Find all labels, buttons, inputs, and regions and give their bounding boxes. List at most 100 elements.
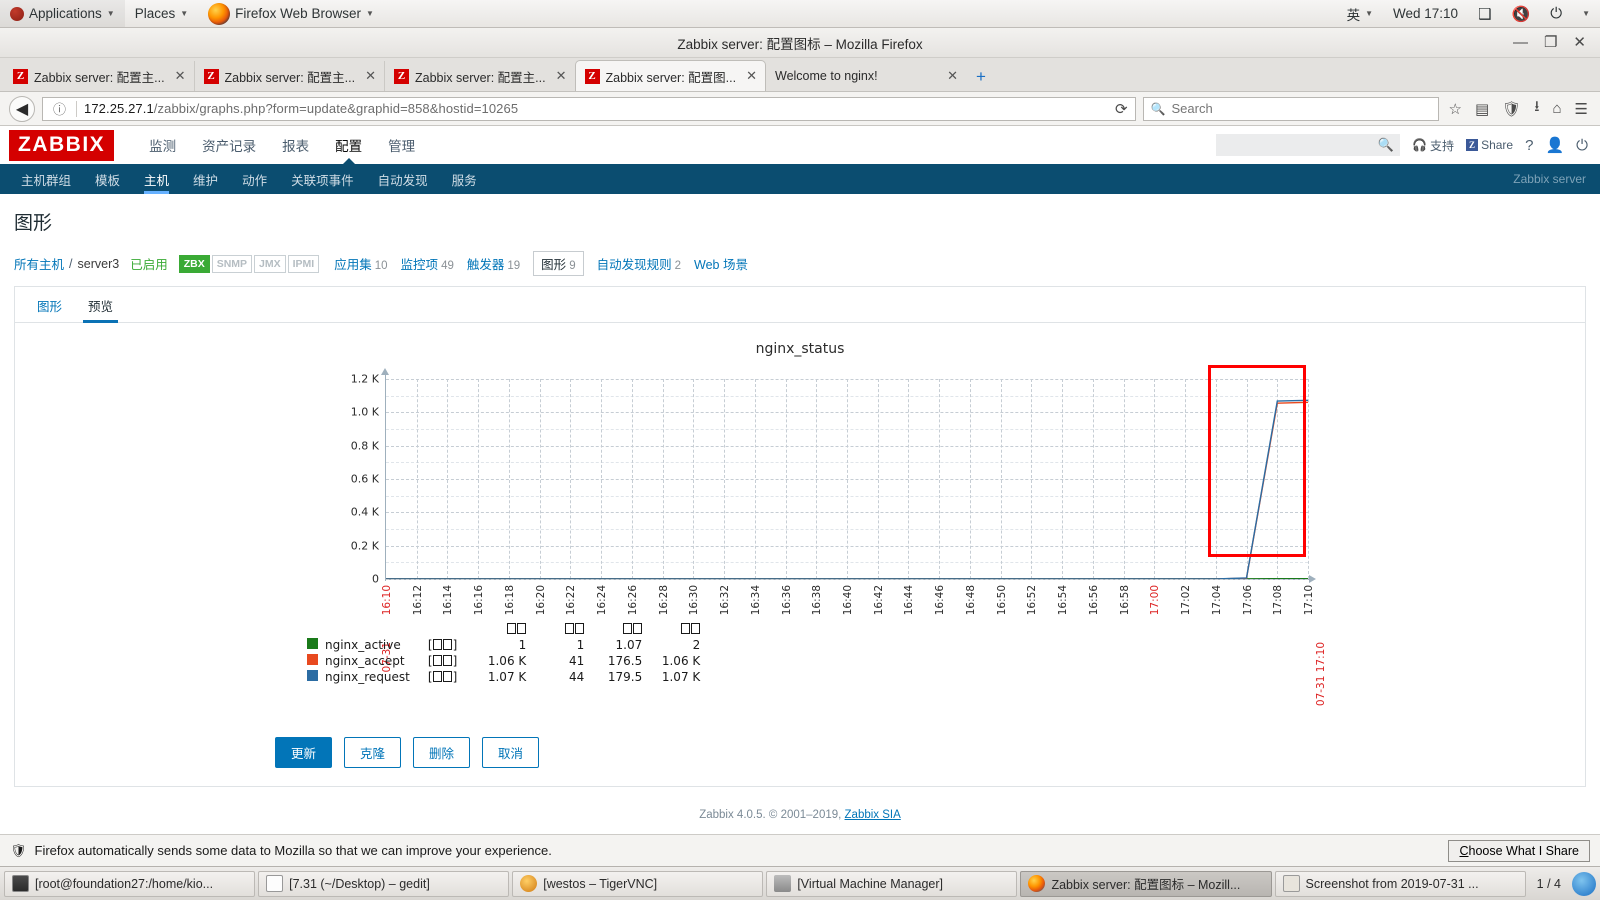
breadcrumb-discovery-rules[interactable]: 自动发现规则 2 [597, 254, 681, 273]
legend-header-min [471, 621, 529, 637]
legend-avg: 44 [568, 670, 585, 684]
breadcrumb-items[interactable]: 监控项 49 [401, 254, 454, 273]
breadcrumb-graphs-current[interactable]: 图形 9 [533, 251, 584, 276]
host-status-badge[interactable]: 已启用 [130, 254, 168, 273]
taskbar-item-gedit[interactable]: [7.31 (~/Desktop) – gedit] [258, 870, 510, 897]
url-bar[interactable]: ⓘ 172.25.27.1/zabbix/graphs.php?form=upd… [42, 96, 1136, 121]
protocol-badge-jmx[interactable]: JMX [254, 254, 286, 273]
power-icon[interactable]: ⏻ [1540, 0, 1572, 27]
x-tick-label: 16:22 [565, 585, 578, 616]
signout-icon[interactable]: ⏻ [1576, 137, 1588, 154]
browser-tab[interactable]: Z Zabbix server: 配置主... ✕ [193, 61, 385, 91]
legend-aggregation: [] [427, 670, 458, 684]
nav-item-monitoring[interactable]: 监测 [136, 126, 189, 164]
browser-tab[interactable]: Z Zabbix server: 配置主... ✕ [4, 61, 194, 91]
applications-menu[interactable]: Applications ▼ [0, 0, 125, 27]
delete-button[interactable]: 删除 [413, 737, 471, 768]
subnav-templates[interactable]: 模板 [83, 164, 132, 194]
menu-icon[interactable]: ☰ [1572, 100, 1591, 118]
chevron-down-icon: ▼ [106, 9, 115, 18]
legend-avg: 41 [568, 654, 585, 668]
support-link[interactable]: 🎧 支持 [1412, 137, 1454, 154]
tab-preview[interactable]: 预览 [75, 287, 126, 323]
close-button[interactable]: ✕ [1573, 35, 1586, 50]
clone-button[interactable]: 克隆 [344, 737, 402, 768]
firefox-window-menu[interactable]: Firefox Web Browser ▼ [198, 0, 384, 27]
screen-icon[interactable]: ❑ [1468, 0, 1501, 27]
protocol-badge-ipmi[interactable]: IPMI [287, 254, 320, 273]
back-button[interactable]: ◀ [9, 95, 35, 122]
subnav-host-groups[interactable]: 主机群组 [9, 164, 83, 194]
places-menu[interactable]: Places ▼ [125, 0, 198, 27]
nav-item-administration[interactable]: 管理 [375, 126, 428, 164]
browser-tab[interactable]: Z Zabbix server: 配置主... ✕ [384, 61, 575, 91]
tray-app-icon[interactable] [1571, 871, 1596, 896]
footer-link[interactable]: Zabbix SIA [845, 809, 901, 821]
breadcrumb-triggers[interactable]: 触发器 19 [467, 254, 520, 273]
subnav-maintenance[interactable]: 维护 [181, 164, 230, 194]
home-icon[interactable]: ⌂ [1549, 100, 1564, 117]
subnav-event-correlation[interactable]: 关联项事件 [279, 164, 366, 194]
share-link[interactable]: Z Share [1466, 138, 1513, 152]
nav-item-reports[interactable]: 报表 [269, 126, 322, 164]
breadcrumb-host[interactable]: server3 [78, 257, 120, 271]
taskbar-item-tigervnc[interactable]: [westos – TigerVNC] [512, 870, 764, 897]
taskbar-label: [westos – TigerVNC] [543, 876, 658, 891]
volume-muted-icon[interactable]: 🔇 [1502, 0, 1541, 27]
download-icon[interactable]: ⭳ [1531, 96, 1542, 121]
close-icon[interactable]: ✕ [556, 68, 567, 84]
search-bar[interactable]: 🔍 Search [1142, 96, 1439, 121]
breadcrumb-all-hosts[interactable]: 所有主机 [14, 254, 64, 273]
page-info-icon[interactable]: ⓘ [50, 99, 69, 118]
minimize-button[interactable]: ― [1513, 35, 1528, 50]
subnav-services[interactable]: 服务 [440, 164, 489, 194]
y-axis-arrow [381, 368, 389, 375]
legend-last: 2 [692, 638, 701, 652]
notification-message: Firefox automatically sends some data to… [34, 843, 552, 858]
choose-what-i-share-button[interactable]: Choose What I Share [1448, 839, 1590, 862]
zabbix-logo[interactable]: ZABBIX [9, 129, 115, 161]
nav-item-inventory[interactable]: 资产记录 [189, 126, 269, 164]
protocol-badge-zbx[interactable]: ZBX [178, 254, 210, 273]
reload-icon[interactable]: ⟳ [1112, 100, 1131, 118]
browser-tab[interactable]: Welcome to nginx! ✕ [766, 61, 966, 91]
subnav-hosts[interactable]: 主机 [132, 164, 181, 194]
shield-icon[interactable]: 🛡 [1499, 100, 1524, 118]
close-icon[interactable]: ✕ [175, 68, 186, 84]
taskbar-item-terminal[interactable]: [root@foundation27:/home/kio... [4, 870, 256, 897]
library-icon[interactable]: ▤ [1472, 100, 1492, 118]
search-icon: 🔍 [1150, 101, 1166, 116]
tab-graph[interactable]: 图形 [24, 287, 75, 322]
nav-item-configuration[interactable]: 配置 [322, 126, 375, 164]
input-method-indicator[interactable]: 英 ▼ [1337, 0, 1383, 27]
maximize-button[interactable]: ❐ [1544, 35, 1557, 50]
clock[interactable]: Wed 17:10 [1383, 0, 1468, 27]
breadcrumb-applications[interactable]: 应用集 10 [334, 254, 387, 273]
gridline [1308, 379, 1309, 579]
workspace-indicator[interactable]: 1 / 4 [1529, 877, 1569, 891]
breadcrumb-web-scenarios[interactable]: Web 场景 [694, 254, 748, 273]
update-button[interactable]: 更新 [275, 737, 333, 768]
info-icon: 🛡 [10, 842, 27, 858]
system-menu-chevron[interactable]: ▼ [1572, 0, 1600, 27]
global-search-input[interactable]: 🔍 [1216, 134, 1401, 156]
taskbar-item-virt-manager[interactable]: [Virtual Machine Manager] [766, 870, 1018, 897]
x-tick-label: 16:54 [1057, 585, 1070, 616]
browser-tab-active[interactable]: Z Zabbix server: 配置图... ✕ [574, 60, 766, 91]
taskbar-item-screenshot[interactable]: Screenshot from 2019-07-31 ... [1274, 870, 1526, 897]
close-icon[interactable]: ✕ [746, 68, 757, 84]
help-icon[interactable]: ? [1525, 137, 1533, 154]
protocol-badge-snmp[interactable]: SNMP [211, 254, 253, 273]
subnav-discovery[interactable]: 自动发现 [366, 164, 440, 194]
x-tick-label: 17:00 [1149, 585, 1162, 616]
search-icon: 🔍 [1377, 137, 1395, 152]
close-icon[interactable]: ✕ [947, 68, 958, 84]
close-icon[interactable]: ✕ [365, 68, 376, 84]
new-tab-button[interactable]: + [966, 67, 996, 91]
cancel-button[interactable]: 取消 [482, 737, 540, 768]
legend-series-name: nginx_request [325, 670, 410, 684]
bookmark-star-icon[interactable]: ☆ [1446, 100, 1465, 118]
user-profile-icon[interactable]: 👤 [1545, 136, 1564, 154]
taskbar-item-firefox[interactable]: Zabbix server: 配置图标 – Mozill... [1020, 870, 1272, 897]
subnav-actions[interactable]: 动作 [230, 164, 279, 194]
